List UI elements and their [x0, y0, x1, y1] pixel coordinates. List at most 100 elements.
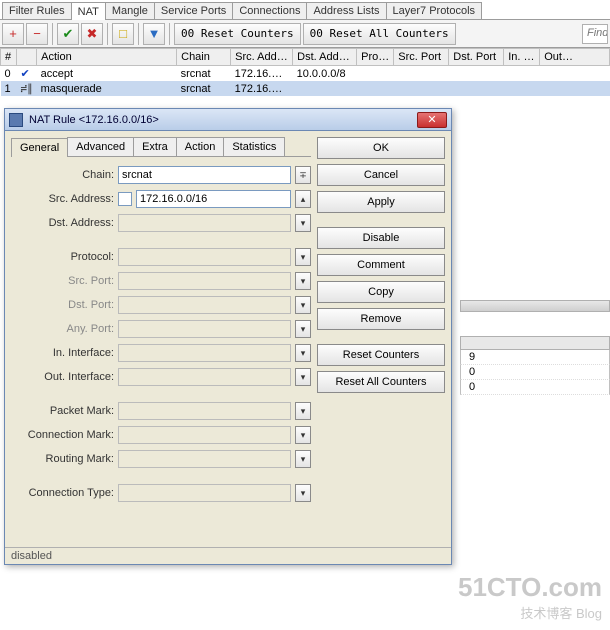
chain-label: Chain: — [11, 169, 114, 181]
tab-filter-rules[interactable]: Filter Rules — [2, 2, 72, 19]
cell-src: 172.16.… — [231, 66, 293, 82]
src-address-collapse[interactable]: ▴ — [295, 190, 311, 208]
col-dst-addr[interactable]: Dst. Add… — [293, 49, 357, 66]
protocol-input[interactable] — [118, 248, 291, 266]
watermark: 51CTO.com 技术博客 Blog — [458, 572, 602, 622]
tab-nat[interactable]: NAT — [71, 2, 106, 20]
col-proto[interactable]: Pro… — [357, 49, 394, 66]
chain-input[interactable] — [118, 166, 291, 184]
packet-mark-input[interactable] — [118, 402, 291, 420]
disable-button[interactable]: Disable — [317, 227, 445, 249]
right-panel-header — [460, 300, 610, 312]
filter-button[interactable]: ▼ — [143, 23, 165, 45]
table-row[interactable]: 1 ≓∥ masquerade srcnat 172.16.… — [1, 81, 610, 96]
in-interface-expand[interactable]: ▾ — [295, 344, 311, 362]
dst-port-input[interactable] — [118, 296, 291, 314]
tab-mangle[interactable]: Mangle — [105, 2, 155, 19]
cell-outif — [540, 81, 610, 96]
reset-counters-button[interactable]: Reset Counters — [317, 344, 445, 366]
src-port-input[interactable] — [118, 272, 291, 290]
in-interface-input[interactable] — [118, 344, 291, 362]
dst-address-expand[interactable]: ▾ — [295, 214, 311, 232]
triangle-down-icon: ▾ — [301, 454, 306, 465]
tab-general[interactable]: General — [11, 138, 68, 157]
reset-all-counters-button[interactable]: Reset All Counters — [317, 371, 445, 393]
cell-dst: 10.0.0.0/8 — [293, 66, 357, 82]
routing-mark-expand[interactable]: ▾ — [295, 450, 311, 468]
tab-service-ports[interactable]: Service Ports — [154, 2, 233, 19]
connection-mark-expand[interactable]: ▾ — [295, 426, 311, 444]
triangle-down-icon: ▾ — [301, 488, 306, 499]
col-src-port[interactable]: Src. Port — [394, 49, 449, 66]
add-button[interactable]: + — [2, 23, 24, 45]
comment-button[interactable]: Comment — [317, 254, 445, 276]
reset-all-counters-button[interactable]: 00 Reset All Counters — [303, 23, 456, 45]
toolbar-divider — [169, 23, 170, 45]
triangle-down-icon: ▾ — [301, 372, 306, 383]
dst-address-input[interactable] — [118, 214, 291, 232]
remove-button[interactable]: − — [26, 23, 48, 45]
tab-address-lists[interactable]: Address Lists — [306, 2, 386, 19]
right-panel-col-header[interactable] — [460, 336, 610, 350]
dialog-titlebar[interactable]: NAT Rule <172.16.0.0/16> ✕ — [5, 109, 451, 131]
reset-counters-button[interactable]: 00 Reset Counters — [174, 23, 301, 45]
col-action[interactable]: Action — [37, 49, 177, 66]
tab-advanced[interactable]: Advanced — [67, 137, 134, 156]
tab-extra[interactable]: Extra — [133, 137, 177, 156]
cell-action: masquerade — [37, 81, 177, 96]
out-interface-expand[interactable]: ▾ — [295, 368, 311, 386]
toolbar-divider — [52, 23, 53, 45]
packet-mark-expand[interactable]: ▾ — [295, 402, 311, 420]
tab-connections[interactable]: Connections — [232, 2, 307, 19]
connection-type-expand[interactable]: ▾ — [295, 484, 311, 502]
any-port-expand[interactable]: ▾ — [295, 320, 311, 338]
dialog-tabs: General Advanced Extra Action Statistics — [11, 137, 311, 157]
src-address-negate[interactable] — [118, 192, 132, 206]
dst-address-label: Dst. Address: — [11, 217, 114, 229]
cell-sport — [394, 81, 449, 96]
main-tabs: Filter Rules NAT Mangle Service Ports Co… — [0, 0, 610, 20]
table-header-row: # Action Chain Src. Add… Dst. Add… Pro… … — [1, 49, 610, 66]
copy-button[interactable]: Copy — [317, 281, 445, 303]
disable-button[interactable]: ✖ — [81, 23, 103, 45]
remove-button[interactable]: Remove — [317, 308, 445, 330]
src-port-expand[interactable]: ▾ — [295, 272, 311, 290]
enable-button[interactable]: ✔ — [57, 23, 79, 45]
col-num[interactable]: # — [1, 49, 17, 66]
table-row[interactable]: 0 ✔ accept srcnat 172.16.… 10.0.0.0/8 — [1, 66, 610, 82]
right-panel-value: 0 — [460, 365, 610, 380]
in-interface-label: In. Interface: — [11, 347, 114, 359]
triangle-down-icon: ▾ — [301, 218, 306, 229]
cell-dst — [293, 81, 357, 96]
comment-button[interactable]: □ — [112, 23, 134, 45]
cancel-button[interactable]: Cancel — [317, 164, 445, 186]
col-icon[interactable] — [17, 49, 37, 66]
col-chain[interactable]: Chain — [177, 49, 231, 66]
dst-port-expand[interactable]: ▾ — [295, 296, 311, 314]
connection-type-input[interactable] — [118, 484, 291, 502]
routing-mark-input[interactable] — [118, 450, 291, 468]
find-input[interactable]: Find — [582, 24, 608, 44]
connection-mark-input[interactable] — [118, 426, 291, 444]
apply-button[interactable]: Apply — [317, 191, 445, 213]
routing-mark-label: Routing Mark: — [11, 453, 114, 465]
tab-layer7[interactable]: Layer7 Protocols — [386, 2, 483, 19]
col-dst-port[interactable]: Dst. Port — [449, 49, 504, 66]
cell-dport — [449, 81, 504, 96]
any-port-input[interactable] — [118, 320, 291, 338]
watermark-text: 51CTO.com — [458, 572, 602, 603]
col-out-if[interactable]: Out… — [540, 49, 610, 66]
ok-button[interactable]: OK — [317, 137, 445, 159]
cell-action: accept — [37, 66, 177, 82]
chain-dropdown[interactable]: ∓ — [295, 166, 311, 184]
tab-statistics[interactable]: Statistics — [223, 137, 285, 156]
out-interface-input[interactable] — [118, 368, 291, 386]
col-src-addr[interactable]: Src. Add… — [231, 49, 293, 66]
protocol-expand[interactable]: ▾ — [295, 248, 311, 266]
src-address-input[interactable] — [136, 190, 291, 208]
close-button[interactable]: ✕ — [417, 112, 447, 128]
dialog-button-column: OK Cancel Apply Disable Comment Copy Rem… — [317, 137, 445, 541]
tab-action[interactable]: Action — [176, 137, 225, 156]
col-in-if[interactable]: In. … — [504, 49, 540, 66]
cell-outif — [540, 66, 610, 82]
